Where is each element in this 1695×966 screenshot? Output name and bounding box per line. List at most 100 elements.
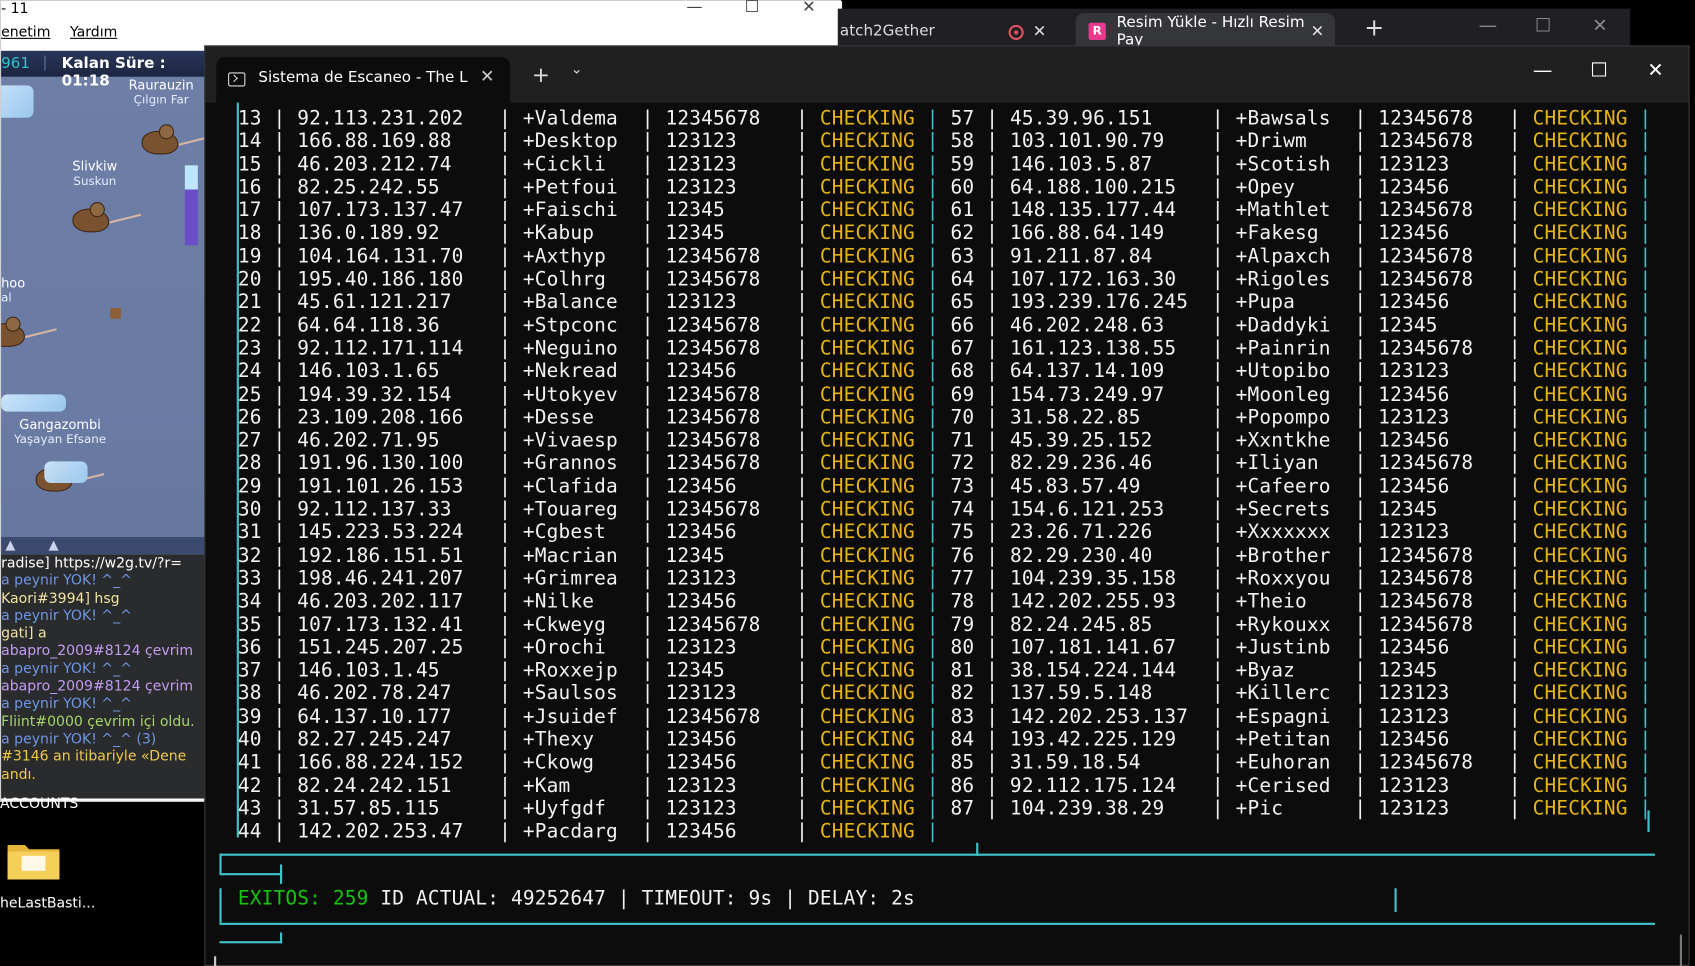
arrow-up-icon[interactable]: ▲ <box>49 537 59 552</box>
chevron-down-icon[interactable]: ⌄ <box>571 62 583 78</box>
column-separator: | <box>1342 498 1379 521</box>
check-status: CHECKING <box>1532 728 1628 751</box>
username: +Justinb <box>1235 636 1331 659</box>
column-padding <box>452 705 488 728</box>
desktop-folder-label[interactable]: heLastBasti... <box>0 896 95 912</box>
terminal-output[interactable]: 13 | 92.113.231.202 | +Valdema | 1234567… <box>205 102 1688 966</box>
column-separator: | <box>974 199 1010 222</box>
password: 12345678 <box>665 314 761 337</box>
column-padding <box>737 176 785 199</box>
username: +Saulsos <box>522 682 618 705</box>
password: 12345678 <box>1378 452 1474 475</box>
ip-address: 46.203.202.117 <box>297 590 464 613</box>
row-number: 59 <box>950 152 975 176</box>
column-separator: | <box>487 705 523 728</box>
browser-tab-active[interactable]: R Resim Yükle - Hızlı Resim Pay ✕ <box>1075 12 1336 49</box>
password: 12345678 <box>1378 268 1474 291</box>
column-padding <box>618 544 630 567</box>
close-icon[interactable]: ✕ <box>1592 15 1607 37</box>
table-row: 17 | 107.173.137.47 | +Faischi | 12345 |… <box>238 199 1652 222</box>
mouse-sprite[interactable] <box>1 316 57 347</box>
menu-item[interactable]: enetim <box>1 25 50 41</box>
close-icon[interactable]: ✕ <box>480 66 494 87</box>
maximize-icon[interactable]: ☐ <box>1535 15 1551 37</box>
password: 12345678 <box>1378 567 1474 590</box>
close-icon[interactable]: ✕ <box>1311 22 1325 41</box>
mouse-sprite[interactable] <box>66 202 142 233</box>
minimize-icon[interactable]: — <box>1479 15 1497 37</box>
column-separator: | <box>487 636 523 659</box>
check-status: CHECKING <box>1532 797 1628 821</box>
column-separator: | <box>784 106 820 130</box>
column-separator: | <box>1496 613 1533 636</box>
column-separator: | <box>1342 406 1379 429</box>
ip-address: 136.0.189.92 <box>297 222 440 245</box>
check-status: CHECKING <box>1532 152 1628 176</box>
column-separator: | <box>487 106 523 130</box>
column-separator: | <box>784 199 820 222</box>
column-separator: | <box>261 475 298 498</box>
column-separator: | <box>261 682 298 705</box>
column-separator: | <box>784 245 820 268</box>
password: 12345 <box>1378 314 1438 337</box>
table-divider: | <box>914 129 951 153</box>
check-status: CHECKING <box>819 705 915 728</box>
column-separator: | <box>629 705 666 728</box>
check-status: CHECKING <box>819 820 915 844</box>
table-divider: | <box>914 176 951 199</box>
folder-icon[interactable] <box>6 838 60 881</box>
ip-address: 45.61.121.217 <box>297 291 452 314</box>
maximize-icon[interactable]: ☐ <box>745 0 760 16</box>
menu-item-help[interactable]: Yardım <box>70 25 117 41</box>
browser-tab[interactable]: atch2Gether ✕ <box>838 13 1060 49</box>
column-separator: | <box>784 521 820 544</box>
column-padding <box>1331 153 1343 176</box>
check-status: CHECKING <box>819 636 915 659</box>
ip-address: 146.103.1.65 <box>297 360 440 383</box>
new-tab-button[interactable]: + <box>532 62 550 88</box>
new-tab-button[interactable]: + <box>1364 15 1384 42</box>
column-padding <box>1176 774 1200 797</box>
table-divider: | <box>1627 106 1652 130</box>
table-row: 35 | 107.173.132.41 | +Ckweyg | 12345678… <box>238 613 1652 636</box>
terminal-titlebar[interactable]: Sistema de Escaneo - The Last Bastion ✕ … <box>205 46 1689 103</box>
ip-address: 151.245.207.25 <box>297 636 464 659</box>
password: 12345678 <box>1378 129 1474 153</box>
table-divider: | <box>914 406 951 429</box>
column-separator: | <box>1342 774 1379 798</box>
column-separator: | <box>1496 360 1533 383</box>
row-number: 58 <box>950 129 975 153</box>
table-divider: | <box>1627 429 1652 452</box>
table-divider: | <box>1627 152 1652 176</box>
minimize-icon[interactable]: — <box>1533 59 1552 82</box>
username: +Scotish <box>1235 152 1331 176</box>
close-icon[interactable]: ✕ <box>802 0 816 16</box>
column-padding <box>618 682 630 705</box>
row-number: 84 <box>950 728 975 751</box>
mouse-sprite[interactable] <box>135 124 207 155</box>
row-number: 16 <box>237 176 262 199</box>
game-chat[interactable]: radise] https://w2g.tv/?r= a peynir YOK!… <box>1 554 207 799</box>
column-separator: | <box>784 659 820 682</box>
game-viewport[interactable]: 961 | Kalan Süre : 01:18 Raurauzin Çılgı… <box>1 50 207 555</box>
arrow-up-icon[interactable]: ▲ <box>5 537 15 552</box>
maximize-icon[interactable]: ☐ <box>1590 59 1607 82</box>
ip-address: 193.239.176.245 <box>1009 291 1189 314</box>
column-padding <box>725 659 784 682</box>
check-status: CHECKING <box>819 106 915 130</box>
game-titlebar[interactable]: - 11 — ☐ ✕ <box>1 0 843 23</box>
column-padding <box>1473 199 1497 222</box>
ip-address: 104.239.35.158 <box>1009 567 1177 590</box>
close-icon[interactable]: ✕ <box>1647 59 1663 82</box>
ip-address: 46.203.212.74 <box>297 152 452 176</box>
scrollbar[interactable] <box>1679 934 1683 966</box>
terminal-icon <box>228 72 246 87</box>
table-row: 44 | 142.202.253.47 | +Pacdarg | 123456 … <box>238 820 1652 843</box>
close-icon[interactable]: ✕ <box>1033 22 1047 41</box>
terminal-window[interactable]: Sistema de Escaneo - The Last Bastion ✕ … <box>204 45 1690 966</box>
terminal-tab[interactable]: Sistema de Escaneo - The Last Bastion ✕ <box>216 57 511 103</box>
minimize-icon[interactable]: — <box>686 0 702 16</box>
username: +Popompo <box>1235 406 1331 429</box>
column-separator: | <box>1200 337 1236 360</box>
column-padding <box>440 314 488 337</box>
